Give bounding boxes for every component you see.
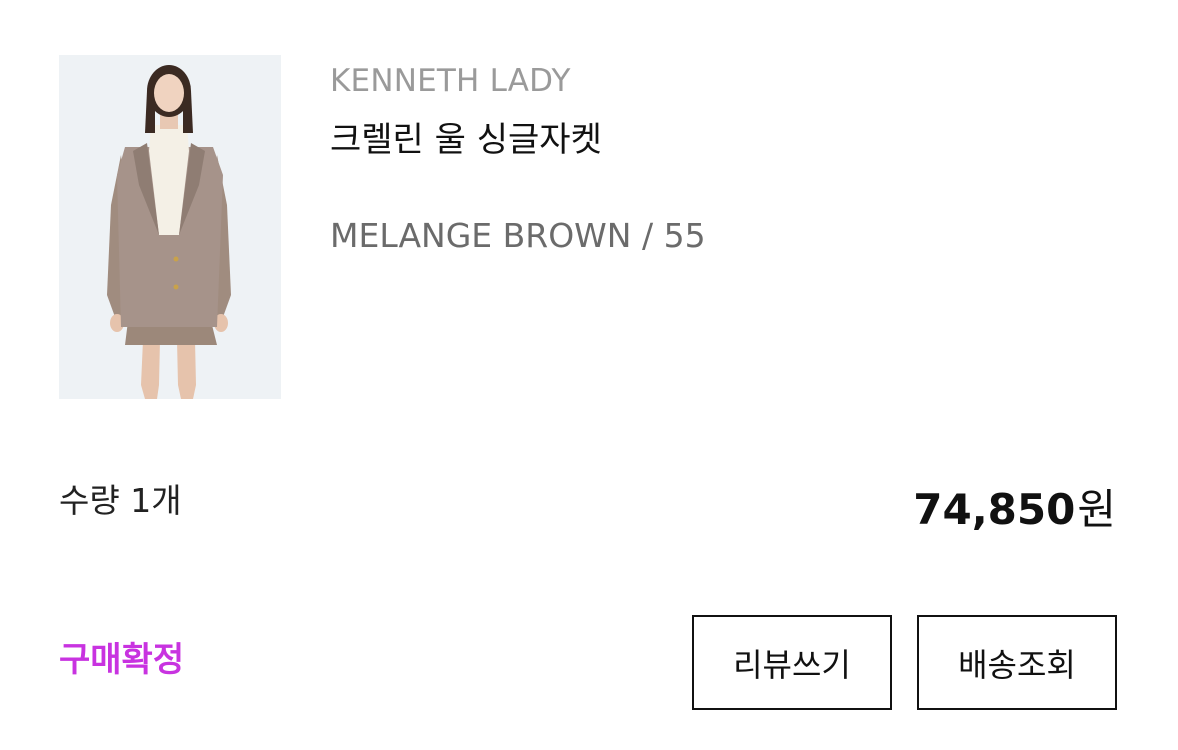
quantity-label: 수량 1개 xyxy=(59,481,182,520)
track-shipping-button[interactable]: 배송조회 xyxy=(917,615,1117,710)
product-thumbnail[interactable] xyxy=(59,55,281,399)
order-item-card: KENNETH LADY 크렐린 울 싱글자켓 MELANGE BROWN / … xyxy=(0,0,1178,750)
order-status: 구매확정 xyxy=(59,640,185,680)
price: 74,850원 xyxy=(913,484,1116,536)
brand-name: KENNETH LADY xyxy=(330,63,571,99)
price-unit: 원 xyxy=(1077,485,1116,534)
product-name[interactable]: 크렐린 울 싱글자켓 xyxy=(330,117,602,163)
write-review-button[interactable]: 리뷰쓰기 xyxy=(692,615,892,710)
price-value: 74,850 xyxy=(913,485,1076,534)
product-option: MELANGE BROWN / 55 xyxy=(330,216,706,255)
product-photo xyxy=(59,55,281,399)
